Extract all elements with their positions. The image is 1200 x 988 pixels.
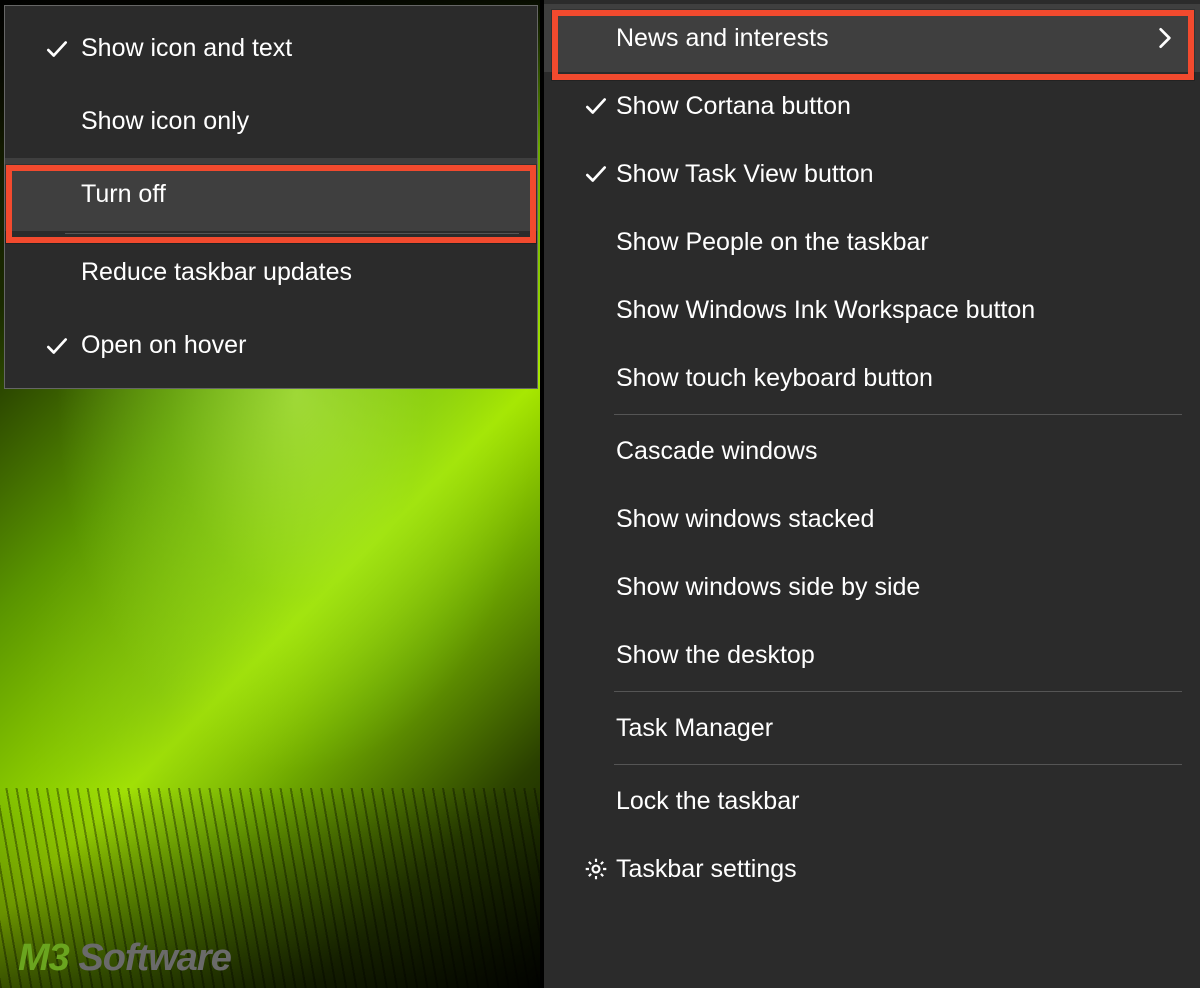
menu-item-label: Show People on the taskbar — [616, 228, 1180, 257]
news-interests-submenu[interactable]: Show icon and text Show icon only Turn o… — [4, 5, 538, 389]
menu-item-label: Cascade windows — [616, 437, 1180, 466]
chevron-right-icon — [1150, 25, 1180, 51]
menu-item-show-windows-stacked[interactable]: Show windows stacked — [544, 485, 1200, 553]
menu-item-show-the-desktop[interactable]: Show the desktop — [544, 621, 1200, 689]
menu-item-label: Show windows side by side — [616, 573, 1180, 602]
menu-item-label: Show the desktop — [616, 641, 1180, 670]
menu-item-lock-the-taskbar[interactable]: Lock the taskbar — [544, 767, 1200, 835]
check-icon — [576, 161, 616, 187]
submenu-item-show-icon-only[interactable]: Show icon only — [5, 85, 537, 158]
menu-separator — [65, 233, 519, 234]
menu-item-label: Open on hover — [81, 331, 517, 360]
watermark-prefix: M3 — [18, 937, 69, 979]
menu-item-label: Show touch keyboard button — [616, 364, 1180, 393]
menu-item-label: Show icon only — [81, 107, 517, 136]
check-icon — [576, 93, 616, 119]
menu-item-label: Show Windows Ink Workspace button — [616, 296, 1180, 325]
menu-item-label: Show Cortana button — [616, 92, 1180, 121]
menu-item-show-windows-side-by-side[interactable]: Show windows side by side — [544, 553, 1200, 621]
menu-item-news-and-interests[interactable]: News and interests — [544, 4, 1200, 72]
watermark-suffix: Software — [69, 937, 231, 979]
menu-item-show-cortana-button[interactable]: Show Cortana button — [544, 72, 1200, 140]
check-icon — [33, 36, 81, 62]
submenu-item-turn-off[interactable]: Turn off — [5, 158, 537, 231]
menu-separator — [614, 691, 1182, 692]
gear-icon — [576, 856, 616, 882]
menu-item-label: Turn off — [81, 180, 517, 209]
menu-item-label: Reduce taskbar updates — [81, 258, 517, 287]
menu-item-label: Task Manager — [616, 714, 1180, 743]
menu-item-label: Show windows stacked — [616, 505, 1180, 534]
menu-item-show-people-on-taskbar[interactable]: Show People on the taskbar — [544, 208, 1200, 276]
menu-item-label: Taskbar settings — [616, 855, 1180, 884]
menu-item-task-manager[interactable]: Task Manager — [544, 694, 1200, 762]
menu-item-label: Lock the taskbar — [616, 787, 1180, 816]
menu-separator — [614, 414, 1182, 415]
check-icon — [33, 333, 81, 359]
menu-item-show-touch-keyboard-button[interactable]: Show touch keyboard button — [544, 344, 1200, 412]
menu-item-label: News and interests — [616, 24, 1150, 53]
menu-separator — [614, 764, 1182, 765]
submenu-item-show-icon-and-text[interactable]: Show icon and text — [5, 12, 537, 85]
taskbar-context-menu[interactable]: News and interests Show Cortana button S… — [544, 0, 1200, 988]
submenu-item-open-on-hover[interactable]: Open on hover — [5, 309, 537, 382]
menu-item-cascade-windows[interactable]: Cascade windows — [544, 417, 1200, 485]
menu-item-show-task-view-button[interactable]: Show Task View button — [544, 140, 1200, 208]
watermark-logo: M3 Software — [18, 937, 231, 980]
menu-item-label: Show icon and text — [81, 34, 517, 63]
submenu-item-reduce-taskbar-updates[interactable]: Reduce taskbar updates — [5, 236, 537, 309]
menu-item-taskbar-settings[interactable]: Taskbar settings — [544, 835, 1200, 903]
menu-item-show-windows-ink-workspace-button[interactable]: Show Windows Ink Workspace button — [544, 276, 1200, 344]
menu-item-label: Show Task View button — [616, 160, 1180, 189]
